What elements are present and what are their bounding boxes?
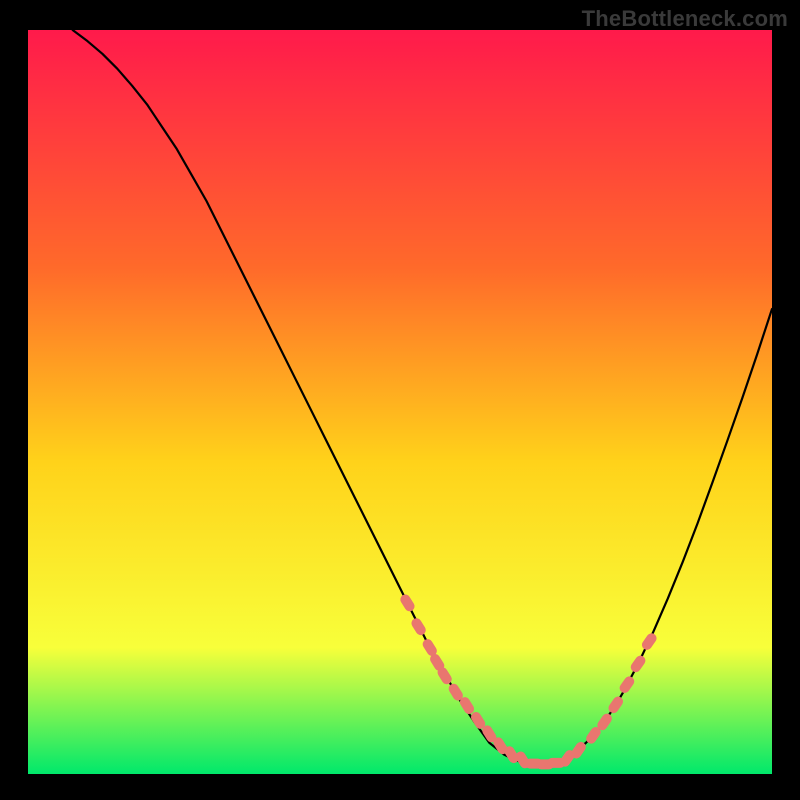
gradient-background — [28, 30, 772, 774]
watermark-text: TheBottleneck.com — [582, 6, 788, 32]
plot-area — [28, 30, 772, 774]
chart-svg — [28, 30, 772, 774]
chart-frame: TheBottleneck.com — [0, 0, 800, 800]
